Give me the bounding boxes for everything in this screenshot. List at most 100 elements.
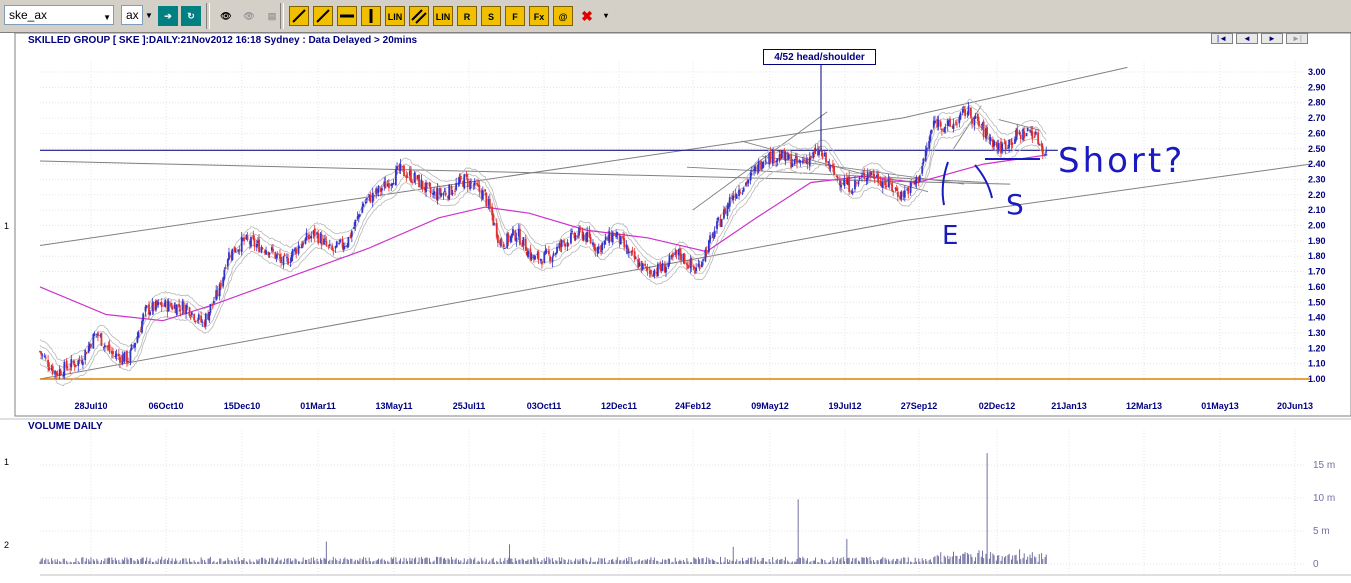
- draw-tool-icon[interactable]: [289, 6, 309, 26]
- candle-body: [704, 249, 707, 262]
- candle-body: [594, 247, 597, 252]
- candle-body: [709, 235, 711, 243]
- candle-body: [476, 182, 478, 185]
- nav-last-button[interactable]: ►|: [1286, 33, 1308, 44]
- candle-body: [238, 249, 241, 252]
- y-tick-label: 2.10: [1308, 205, 1326, 215]
- candle-body: [910, 181, 913, 183]
- nav-prev-button[interactable]: ◄: [1236, 33, 1258, 44]
- candle-body: [746, 181, 749, 184]
- candle-body: [312, 230, 315, 235]
- candle-body: [95, 333, 98, 335]
- nav-next-button[interactable]: ►: [1261, 33, 1283, 44]
- candle-body: [305, 232, 308, 241]
- candle-body: [536, 253, 539, 256]
- r-tool-button[interactable]: R: [457, 6, 477, 26]
- candle-body: [818, 150, 820, 156]
- candle-body: [123, 351, 126, 362]
- candle-body: [993, 140, 995, 147]
- nav-first-button[interactable]: |◄: [1211, 33, 1233, 44]
- fx-tool-button[interactable]: Fx: [529, 6, 549, 26]
- lin-tool-2-button[interactable]: LIN: [433, 6, 453, 26]
- candle-body: [203, 321, 206, 327]
- candle-body: [186, 306, 189, 308]
- candle-body: [73, 363, 76, 368]
- candle-body: [618, 233, 621, 244]
- candle-body: [574, 235, 577, 240]
- candle-body: [134, 342, 136, 348]
- toolbar-overflow-icon[interactable]: ▾: [600, 6, 612, 26]
- delete-icon[interactable]: ✖: [577, 6, 597, 26]
- candle-body: [283, 254, 286, 257]
- candle-body: [665, 267, 667, 273]
- candle-body: [610, 232, 613, 242]
- go-arrow-icon[interactable]: ➔: [158, 6, 178, 26]
- x-tick-label: 03Oct11: [527, 401, 562, 411]
- candle-body: [971, 118, 973, 124]
- s-tool-button[interactable]: S: [481, 6, 501, 26]
- symbol-combo[interactable]: ske_ax ▼: [4, 5, 114, 25]
- lin-tool-button[interactable]: LIN: [385, 6, 405, 26]
- candle-body: [551, 257, 554, 263]
- candle-body: [992, 139, 994, 148]
- candle-body: [204, 313, 207, 326]
- candle-body: [775, 160, 778, 163]
- candle-body: [241, 238, 244, 240]
- candle-body: [582, 234, 585, 240]
- y-tick-label: 1.40: [1308, 313, 1326, 323]
- exchange-dropdown-button[interactable]: ▼: [143, 6, 155, 26]
- candle-body: [454, 190, 456, 192]
- candle-body: [356, 216, 359, 219]
- candle-body: [100, 333, 103, 346]
- candle-body: [1004, 141, 1007, 150]
- x-tick-label: 27Sep12: [901, 401, 938, 411]
- candle-body: [581, 230, 584, 239]
- candle-body: [717, 217, 720, 221]
- candle-body: [768, 152, 771, 165]
- candle-body: [558, 243, 561, 249]
- candle-body: [75, 365, 77, 367]
- candle-body: [646, 267, 649, 271]
- candle-body: [170, 302, 172, 307]
- candle-body: [727, 204, 730, 207]
- candle-body: [633, 251, 636, 260]
- handwritten-annotations: Short? E S: [941, 141, 1182, 251]
- binoculars-icon[interactable]: 👁: [216, 6, 236, 26]
- candle-body: [499, 240, 502, 245]
- candle-body: [255, 244, 258, 248]
- candle-body: [966, 113, 969, 115]
- candle-body: [588, 230, 591, 238]
- candle-body: [40, 351, 43, 355]
- volume-axis: 15 m 10 m 5 m 0: [1313, 460, 1335, 570]
- parallel-lines-tool-button[interactable]: [409, 6, 429, 26]
- x-tick-label: 06Oct10: [148, 401, 183, 411]
- refresh-icon[interactable]: ↻: [181, 6, 201, 26]
- candle-body: [956, 123, 958, 125]
- exchange-combo[interactable]: ax: [121, 5, 143, 25]
- candle-body: [930, 129, 933, 134]
- candle-body: [450, 185, 453, 196]
- candle-body: [201, 321, 204, 323]
- print-icon[interactable]: ▤: [262, 6, 282, 26]
- volume-tick-label: 15 m: [1313, 460, 1335, 471]
- candle-body: [492, 214, 495, 226]
- horizontal-line-tool-button[interactable]: [337, 6, 357, 26]
- candle-body: [257, 240, 259, 243]
- candle-body: [873, 176, 876, 179]
- candle-body: [371, 192, 374, 203]
- candle-body: [556, 246, 558, 253]
- candle-body: [275, 254, 278, 258]
- f-tool-button[interactable]: F: [505, 6, 525, 26]
- candle-body: [495, 222, 498, 238]
- candle-body: [790, 154, 793, 168]
- vertical-line-tool-button[interactable]: [361, 6, 381, 26]
- candle-body: [964, 109, 966, 116]
- e-text: E: [942, 221, 958, 251]
- at-tool-button[interactable]: @: [553, 6, 573, 26]
- candle-body: [825, 152, 827, 163]
- x-tick-label: 15Dec10: [224, 401, 261, 411]
- trendline-tool-button[interactable]: [313, 6, 333, 26]
- price-chart[interactable]: 3.00 2.90 2.80 2.70 2.60 2.50 2.40 2.30 2.20 2.10…: [0, 0, 1351, 583]
- candle-body: [261, 248, 264, 250]
- x-tick-label: 12Dec11: [601, 401, 637, 411]
